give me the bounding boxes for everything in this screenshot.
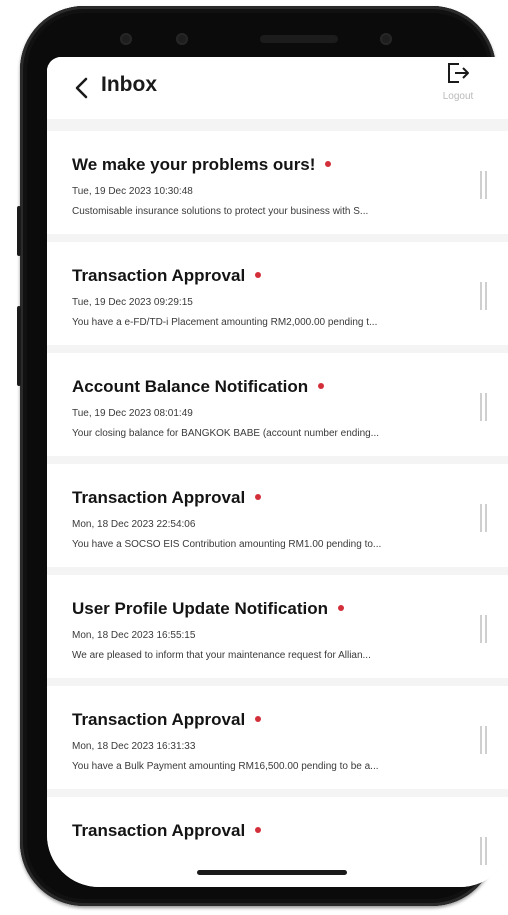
drag-handle-icon: [480, 282, 488, 310]
message-date: Tue, 19 Dec 2023 10:30:48: [72, 186, 193, 197]
message-title-text: User Profile Update Notification: [72, 599, 328, 618]
message-preview: Your closing balance for BANGKOK BABE (a…: [72, 428, 380, 439]
message-preview: You have a Bulk Payment amounting RM16,5…: [72, 761, 379, 772]
message-title-text: Transaction Approval: [72, 488, 246, 507]
message-title: Account Balance Notification: [72, 377, 325, 397]
message-date: Tue, 19 Dec 2023 09:29:15: [72, 297, 193, 308]
message-title-text: Transaction Approval: [72, 266, 246, 285]
message-title: Transaction Approval: [72, 710, 262, 730]
message-title: Transaction Approval: [72, 821, 262, 841]
inbox-list: We make your problems ours! Tue, 19 Dec …: [47, 131, 508, 887]
phone-top-bezel: [80, 26, 436, 52]
unread-indicator: [325, 160, 332, 167]
message-title-text: Transaction Approval: [72, 710, 246, 729]
earpiece-speaker: [260, 35, 338, 43]
inbox-message[interactable]: Account Balance Notification Tue, 19 Dec…: [47, 353, 508, 456]
message-date: Mon, 18 Dec 2023 16:55:15: [72, 630, 196, 641]
inbox-message[interactable]: Transaction Approval Mon, 18 Dec 2023 16…: [47, 686, 508, 789]
chevron-left-icon: [75, 77, 88, 99]
logout-icon: [448, 63, 469, 83]
message-title-text: Transaction Approval: [72, 821, 246, 840]
drag-handle-icon: [480, 726, 488, 754]
camera-lens-icon: [380, 33, 392, 45]
message-title-text: We make your problems ours!: [72, 155, 316, 174]
unread-indicator: [255, 493, 262, 500]
drag-handle-icon: [480, 837, 488, 865]
front-camera-icon: [120, 33, 132, 45]
drag-handle-icon: [480, 504, 488, 532]
message-date: Mon, 18 Dec 2023 16:31:33: [72, 741, 196, 752]
message-title: Transaction Approval: [72, 488, 262, 508]
message-preview: We are pleased to inform that your maint…: [72, 650, 371, 661]
message-preview: Customisable insurance solutions to prot…: [72, 206, 369, 217]
message-date: Tue, 19 Dec 2023 08:01:49: [72, 408, 193, 419]
unread-indicator: [255, 271, 262, 278]
home-indicator[interactable]: [197, 870, 347, 875]
inbox-message[interactable]: We make your problems ours! Tue, 19 Dec …: [47, 131, 508, 234]
message-title-text: Account Balance Notification: [72, 377, 309, 396]
sensor-icon: [176, 33, 188, 45]
drag-handle-icon: [480, 615, 488, 643]
unread-indicator: [255, 826, 262, 833]
unread-indicator: [318, 382, 325, 389]
inbox-message[interactable]: Transaction Approval Tue, 19 Dec 2023 09…: [47, 242, 508, 345]
message-date: Mon, 18 Dec 2023 22:54:06: [72, 519, 196, 530]
logout-label: Logout: [442, 91, 474, 102]
inbox-message[interactable]: User Profile Update Notification Mon, 18…: [47, 575, 508, 678]
message-title: User Profile Update Notification: [72, 599, 344, 619]
message-title: We make your problems ours!: [72, 155, 332, 175]
unread-indicator: [337, 604, 344, 611]
message-preview: You have a e-FD/TD-i Placement amounting…: [72, 317, 378, 328]
message-title: Transaction Approval: [72, 266, 262, 286]
logout-button[interactable]: Logout: [434, 61, 482, 109]
unread-indicator: [255, 715, 262, 722]
inbox-message[interactable]: Transaction Approval Mon, 18 Dec 2023 22…: [47, 464, 508, 567]
drag-handle-icon: [480, 393, 488, 421]
phone-frame: Inbox Logout We make your problems ours!…: [17, 6, 508, 906]
back-button[interactable]: [71, 75, 93, 101]
side-button: [17, 306, 21, 386]
page-title: Inbox: [101, 73, 157, 96]
message-preview: You have a SOCSO EIS Contribution amount…: [72, 539, 382, 550]
app-screen: Inbox Logout We make your problems ours!…: [47, 57, 508, 887]
volume-button: [17, 206, 21, 256]
app-header: Inbox Logout: [47, 57, 508, 119]
drag-handle-icon: [480, 171, 488, 199]
